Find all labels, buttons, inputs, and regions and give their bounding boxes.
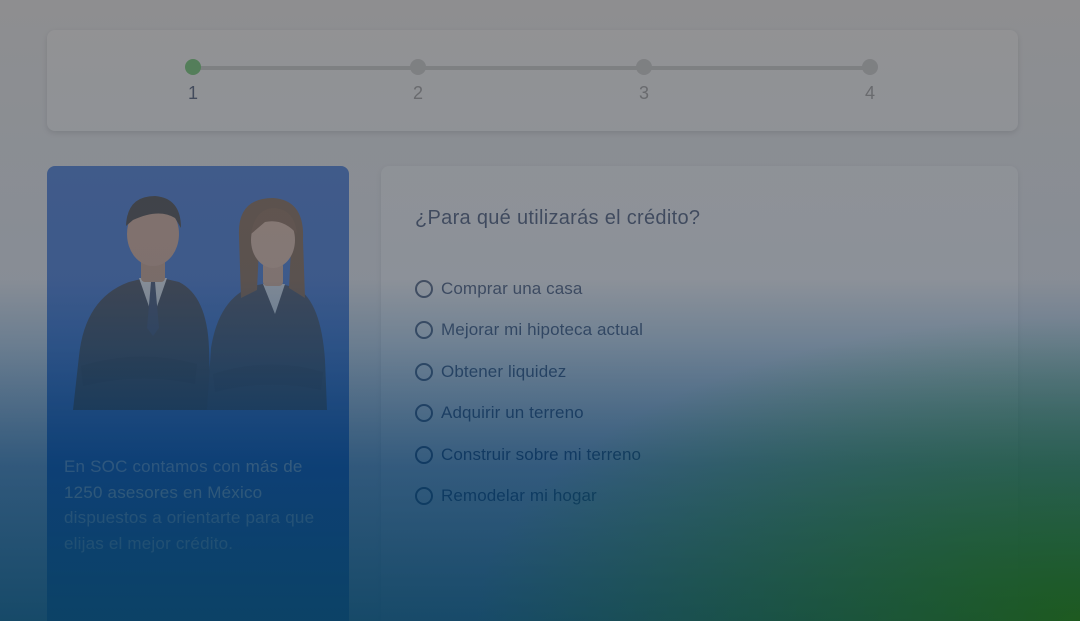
question-title: ¿Para qué utilizarás el crédito? — [415, 207, 701, 229]
credit-purpose-options: Comprar una casa Mejorar mi hipoteca act… — [415, 268, 643, 517]
progress-stepper: 1 2 3 4 — [47, 30, 1018, 131]
option-comprar-casa[interactable]: Comprar una casa — [415, 268, 643, 310]
option-adquirir-terreno[interactable]: Adquirir un terreno — [415, 393, 643, 435]
option-label[interactable]: Construir sobre mi terreno — [441, 445, 641, 465]
credit-purpose-card: ¿Para qué utilizarás el crédito? Comprar… — [381, 166, 1018, 621]
option-label[interactable]: Adquirir un terreno — [441, 403, 584, 423]
promo-text: En SOC contamos con más de 1250 asesores… — [64, 454, 326, 556]
option-label[interactable]: Remodelar mi hogar — [441, 486, 597, 506]
advisors-promo-card: En SOC contamos con más de 1250 asesores… — [47, 166, 349, 621]
step-2-label: 2 — [412, 83, 423, 103]
step-1: 1 — [173, 59, 213, 104]
radio-button[interactable] — [415, 404, 433, 423]
step-1-label: 1 — [187, 83, 198, 103]
step-3-label: 3 — [638, 83, 649, 103]
option-remodelar-hogar[interactable]: Remodelar mi hogar — [415, 476, 643, 518]
promo-text-rest: dispuestos a orientarte para que elijas … — [64, 508, 315, 553]
promo-text-intro: En SOC contamos con — [64, 457, 246, 476]
option-label[interactable]: Comprar una casa — [441, 279, 582, 299]
step-4-label: 4 — [864, 83, 875, 103]
radio-button[interactable] — [415, 362, 433, 381]
option-construir-terreno[interactable]: Construir sobre mi terreno — [415, 434, 643, 476]
step-3: 3 — [624, 59, 664, 104]
option-mejorar-hipoteca[interactable]: Mejorar mi hipoteca actual — [415, 310, 643, 352]
step-2: 2 — [398, 59, 438, 104]
radio-button[interactable] — [415, 487, 433, 506]
step-1-dot — [185, 59, 201, 75]
radio-button[interactable] — [415, 321, 433, 340]
option-label[interactable]: Mejorar mi hipoteca actual — [441, 320, 643, 340]
radio-button[interactable] — [415, 279, 433, 298]
step-3-dot — [636, 59, 652, 75]
stepper-track — [193, 66, 870, 70]
step-4-dot — [862, 59, 878, 75]
option-obtener-liquidez[interactable]: Obtener liquidez — [415, 351, 643, 393]
advisors-photo — [73, 196, 327, 410]
step-2-dot — [410, 59, 426, 75]
male-advisor-figure — [73, 196, 211, 410]
option-label[interactable]: Obtener liquidez — [441, 362, 566, 382]
female-advisor-figure — [207, 198, 327, 410]
radio-button[interactable] — [415, 445, 433, 464]
step-4: 4 — [850, 59, 890, 104]
